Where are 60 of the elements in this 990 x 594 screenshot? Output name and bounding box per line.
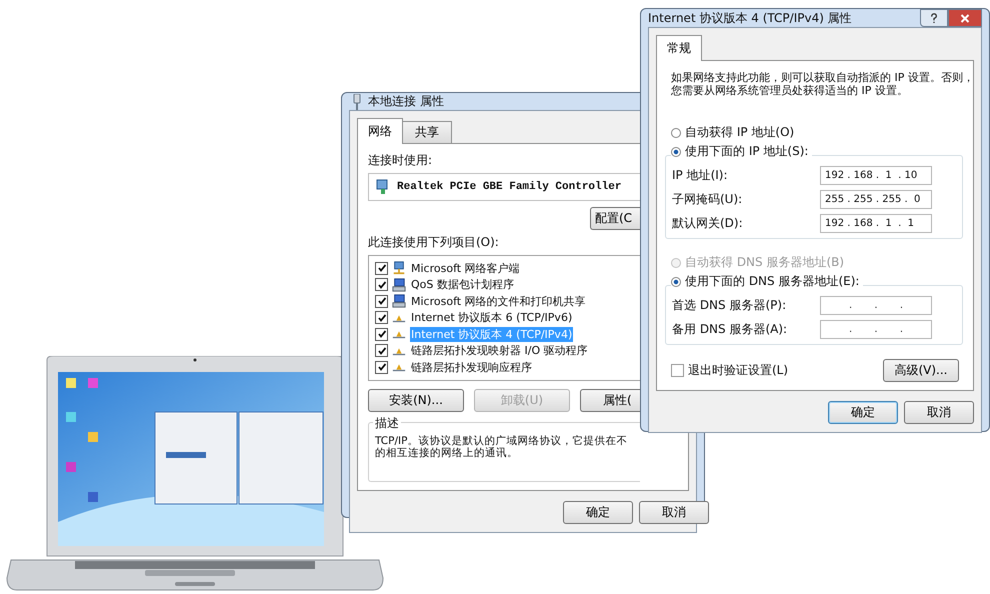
window-title: 本地连接 属性 [368,93,444,110]
field-label: 连接时使用: [368,152,432,169]
field-label: IP 地址(I): [672,166,728,184]
field-label: 子网掩码(U): [672,190,742,208]
field-label: 默认网关(D): [672,214,743,232]
component-name[interactable]: Microsoft 网络的文件和打印机共享 [410,294,587,309]
description-text: TCP/IP。该协议是默认的广域网络协议，它提供在不 [375,434,628,446]
tab[interactable]: 网络 [357,118,403,144]
ip-address-field[interactable]: 192 . 168 . 1 . 10 [820,166,932,184]
description-text: 的相互连接的网络上的通讯。 [375,446,518,458]
component-name[interactable]: Internet 协议版本 6 (TCP/IPv6) [410,310,574,326]
tab[interactable]: 常规 [656,35,702,61]
field-label: 首选 DNS 服务器(P): [672,296,786,314]
ok-button[interactable]: 确定 [563,500,633,524]
checkbox[interactable] [671,364,684,377]
checkbox[interactable] [375,311,388,324]
list-label: 此连接使用下列项目(O): [368,234,499,251]
help-button[interactable] [920,9,948,27]
field-label: 备用 DNS 服务器(A): [672,320,788,338]
radio-button[interactable] [671,128,681,138]
checkbox[interactable] [375,278,388,292]
network-plug-icon [352,94,362,110]
ip-address-field[interactable]: . . . [820,296,932,314]
computer-icon [392,294,406,308]
radio-label: 使用下面的 DNS 服务器地址(E): [685,273,860,290]
intro-text: 如果网络支持此功能，则可以获取自动指派的 IP 设置。否则，您需要从网络系统管理员处获得适当的 IP 设置。 [671,71,975,97]
checkbox-label: 退出时验证设置(L) [688,362,788,379]
checkbox[interactable] [375,294,388,308]
radio-label: 自动获得 IP 地址(O) [685,124,794,141]
cancel-button[interactable]: 取消 [639,500,709,524]
computer-icon [392,278,406,292]
close-icon [960,12,970,24]
advanced-button[interactable]: 高级(V)... [883,359,959,382]
radio-button[interactable] [671,276,681,286]
cancel-button[interactable]: 取消 [904,401,974,424]
component-name[interactable]: 链路层拓扑发现映射器 I/O 驱动程序 [410,343,589,358]
checkbox[interactable] [375,344,388,358]
component-name[interactable]: QoS 数据包计划程序 [410,277,515,292]
tab[interactable]: 共享 [402,121,452,143]
adapter-name: Realtek PCIe GBE Family Controller [397,181,622,193]
configure-button[interactable]: 配置(C [590,207,640,230]
checkbox[interactable] [375,360,388,374]
close-button[interactable] [948,9,982,27]
component-name[interactable]: Microsoft 网络客户端 [410,260,521,276]
help-icon [929,12,939,24]
checkbox[interactable] [375,262,388,275]
ok-button[interactable]: 确定 [828,401,898,424]
computer-icon [392,261,406,276]
list-action-button[interactable]: 安装(N)... [368,388,464,412]
radio-button[interactable] [671,146,681,156]
group-title: 描述 [373,414,401,432]
ip-address-field[interactable]: 255 . 255 . 255 . 0 [820,190,932,208]
list-action-button[interactable]: 属性( [580,388,640,412]
radio-label: 使用下面的 IP 地址(S): [685,143,808,160]
window-title: Internet 协议版本 4 (TCP/IPv4) 属性 [648,10,852,26]
component-name[interactable]: 链路层拓扑发现响应程序 [410,360,533,375]
radio-label: 自动获得 DNS 服务器地址(B) [685,254,844,271]
ip-address-field[interactable]: . . . [820,320,932,338]
checkbox[interactable] [375,328,388,341]
ip-address-field[interactable]: 192 . 168 . 1 . 1 [820,214,932,232]
